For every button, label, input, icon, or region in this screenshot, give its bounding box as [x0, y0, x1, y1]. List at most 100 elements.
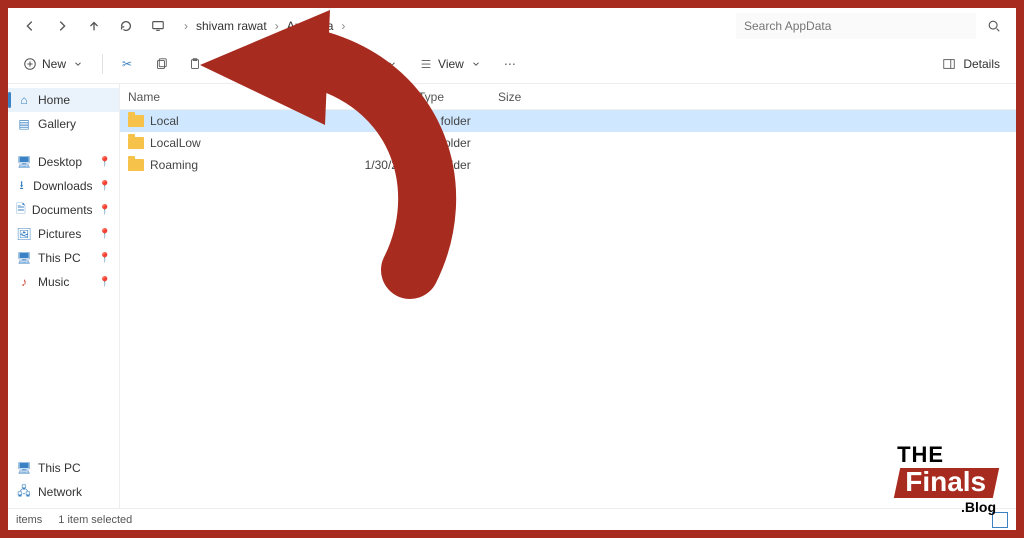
gallery-icon: ▤ — [16, 116, 32, 132]
network-icon: 🖧 — [16, 484, 32, 500]
share-button[interactable] — [249, 52, 277, 76]
sidebar-item-label: Music — [38, 275, 69, 289]
watermark-line2: Finals — [894, 468, 999, 498]
pin-icon: 📍 — [99, 157, 111, 168]
column-type[interactable]: Type — [418, 90, 498, 104]
monitor-icon[interactable] — [144, 12, 172, 40]
sidebar-item-thispc[interactable]: 🖥 This PC 📍 — [8, 246, 119, 270]
sidebar-item-pictures[interactable]: 🖼 Pictures 📍 — [8, 222, 119, 246]
pin-icon: 📍 — [99, 181, 111, 192]
paste-icon — [187, 56, 203, 72]
file-type: File folder — [418, 114, 498, 128]
sidebar-item-label: Network — [38, 485, 82, 499]
chevron-right-icon: › — [184, 19, 188, 33]
thispc-icon: 🖥 — [16, 460, 32, 476]
sidebar: ⌂ Home ▤ Gallery 🖥 Desktop 📍 ⭳ Downloads… — [8, 84, 120, 508]
new-button[interactable]: New — [16, 52, 92, 76]
documents-icon: 🗎 — [16, 202, 26, 218]
file-date: 11/ — [308, 136, 418, 150]
sidebar-item-label: Downloads — [33, 179, 92, 193]
breadcrumb[interactable]: › shivam rawat › AppData › — [184, 17, 345, 35]
pin-icon: 📍 — [99, 253, 111, 264]
column-date[interactable]: modified — [308, 90, 418, 104]
chevron-right-icon: › — [275, 19, 279, 33]
details-pane-button[interactable]: Details — [933, 52, 1008, 76]
file-name: Local — [150, 114, 179, 128]
ellipsis-icon: ⋯ — [502, 56, 518, 72]
file-row[interactable]: Local 0 AM File folder — [120, 110, 1016, 132]
file-list: Name modified Type Size Local 0 AM File … — [120, 84, 1016, 508]
folder-icon — [128, 159, 144, 171]
trash-icon — [289, 56, 305, 72]
details-label: Details — [963, 57, 1000, 71]
delete-button[interactable] — [283, 52, 311, 76]
downloads-icon: ⭳ — [16, 178, 27, 194]
address-bar: › shivam rawat › AppData › — [8, 8, 1016, 44]
chevron-right-icon: › — [341, 19, 345, 33]
chevron-down-icon — [468, 56, 484, 72]
breadcrumb-segment[interactable]: AppData — [283, 17, 338, 35]
view-button[interactable]: View — [412, 52, 490, 76]
sidebar-item-label: Home — [38, 93, 70, 107]
chevron-down-icon — [70, 56, 86, 72]
desktop-icon: 🖥 — [16, 154, 32, 170]
watermark: THE Finals .Blog — [897, 444, 996, 514]
sidebar-item-home[interactable]: ⌂ Home — [8, 88, 119, 112]
explorer-body: ⌂ Home ▤ Gallery 🖥 Desktop 📍 ⭳ Downloads… — [8, 84, 1016, 508]
file-row[interactable]: LocalLow 11/ File folder — [120, 132, 1016, 154]
thispc-icon: 🖥 — [16, 250, 32, 266]
watermark-line3: .Blog — [897, 500, 996, 514]
new-label: New — [42, 57, 66, 71]
copy-button[interactable] — [147, 52, 175, 76]
refresh-button[interactable] — [112, 12, 140, 40]
status-count: items — [16, 514, 42, 526]
paste-button[interactable] — [181, 52, 209, 76]
column-size[interactable]: Size — [498, 90, 558, 104]
explorer-window: › shivam rawat › AppData › New ✂ Sort — [8, 8, 1016, 530]
sidebar-item-label: Pictures — [38, 227, 81, 241]
sort-label: Sort — [358, 57, 380, 71]
column-name[interactable]: Name — [128, 90, 308, 104]
breadcrumb-segment[interactable]: shivam rawat — [192, 17, 271, 35]
sidebar-item-downloads[interactable]: ⭳ Downloads 📍 — [8, 174, 119, 198]
forward-button[interactable] — [48, 12, 76, 40]
column-headers[interactable]: Name modified Type Size — [120, 84, 1016, 110]
chevron-down-icon — [384, 56, 400, 72]
file-row[interactable]: Roaming 1/30/2024 File folder — [120, 154, 1016, 176]
file-type: File folder — [418, 158, 498, 172]
rename-icon — [221, 56, 237, 72]
more-button[interactable]: ⋯ — [496, 52, 524, 76]
file-name: LocalLow — [150, 136, 201, 150]
share-icon — [255, 56, 271, 72]
file-date: 0 AM — [308, 114, 418, 128]
up-button[interactable] — [80, 12, 108, 40]
sidebar-item-label: This PC — [38, 461, 81, 475]
sort-icon — [338, 56, 354, 72]
view-icon — [418, 56, 434, 72]
sidebar-item-desktop[interactable]: 🖥 Desktop 📍 — [8, 150, 119, 174]
view-label: View — [438, 57, 464, 71]
sidebar-item-music[interactable]: ♪ Music 📍 — [8, 270, 119, 294]
copy-icon — [153, 56, 169, 72]
sidebar-item-thispc-bottom[interactable]: 🖥 This PC — [8, 456, 119, 480]
home-icon: ⌂ — [16, 92, 32, 108]
rename-button[interactable] — [215, 52, 243, 76]
file-type: File folder — [418, 136, 498, 150]
plus-circle-icon — [22, 56, 38, 72]
pin-icon: 📍 — [99, 277, 111, 288]
search-icon[interactable] — [980, 19, 1008, 33]
search-input[interactable] — [736, 13, 976, 39]
file-date: 1/30/2024 — [308, 158, 418, 172]
cut-button[interactable]: ✂ — [113, 52, 141, 76]
sort-button[interactable]: Sort — [332, 52, 406, 76]
back-button[interactable] — [16, 12, 44, 40]
toolbar: New ✂ Sort View ⋯ Details — [8, 44, 1016, 84]
pin-icon: 📍 — [99, 229, 111, 240]
pin-icon: 📍 — [99, 205, 111, 216]
cut-icon: ✂ — [119, 56, 135, 72]
status-bar: items 1 item selected — [8, 508, 1016, 530]
sidebar-item-documents[interactable]: 🗎 Documents 📍 — [8, 198, 119, 222]
sidebar-item-gallery[interactable]: ▤ Gallery — [8, 112, 119, 136]
details-icon — [941, 56, 957, 72]
sidebar-item-network[interactable]: 🖧 Network — [8, 480, 119, 504]
